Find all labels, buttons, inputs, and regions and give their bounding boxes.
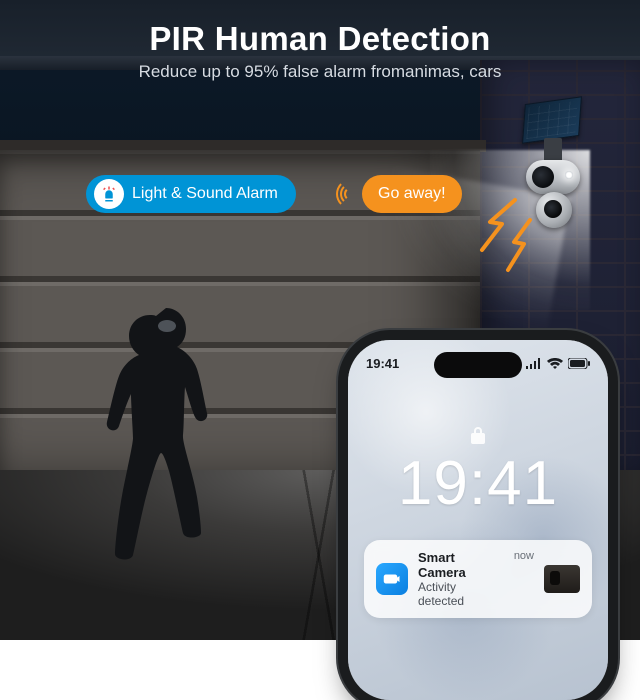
light-sound-alarm-callout: Light & Sound Alarm	[86, 175, 296, 213]
headline: PIR Human Detection	[0, 20, 640, 58]
lock-screen-clock: 19:41	[348, 453, 608, 515]
go-away-callout: Go away!	[362, 175, 462, 213]
camera-mount	[544, 138, 562, 162]
camera-lens-icon	[532, 166, 554, 188]
subheadline: Reduce up to 95% false alarm fromanimas,…	[0, 62, 640, 82]
siren-icon	[94, 179, 124, 209]
phone-mockup: 19:41 19:41 Smart Camera Activity detect…	[348, 340, 608, 700]
product-marketing-scene: PIR Human Detection Reduce up to 95% fal…	[0, 0, 640, 640]
solar-panel-icon	[522, 96, 582, 143]
ptz-camera	[536, 192, 572, 228]
notification-time: now	[514, 550, 534, 562]
lock-screen: 19:41	[348, 426, 608, 515]
lock-icon	[348, 426, 608, 449]
notification-title: Smart Camera	[418, 550, 504, 580]
intruder-silhouette-icon	[70, 302, 220, 592]
phone-wallpaper	[348, 340, 608, 700]
cellular-signal-icon	[526, 358, 542, 369]
push-notification[interactable]: Smart Camera Activity detected now	[364, 540, 592, 618]
callout-label: Light & Sound Alarm	[132, 185, 278, 203]
notification-body: Activity detected	[418, 580, 504, 608]
notification-thumbnail	[544, 565, 580, 593]
sound-wave-icon	[334, 178, 358, 210]
alarm-bolts-icon	[460, 192, 540, 282]
status-time: 19:41	[366, 356, 399, 371]
app-icon	[376, 563, 408, 595]
callout-label: Go away!	[378, 185, 446, 203]
phone-status-bar: 19:41	[366, 356, 590, 371]
wifi-icon	[547, 358, 563, 369]
floodlight-led-icon	[565, 171, 573, 179]
battery-icon	[568, 358, 590, 369]
floodlight-camera	[526, 160, 580, 194]
